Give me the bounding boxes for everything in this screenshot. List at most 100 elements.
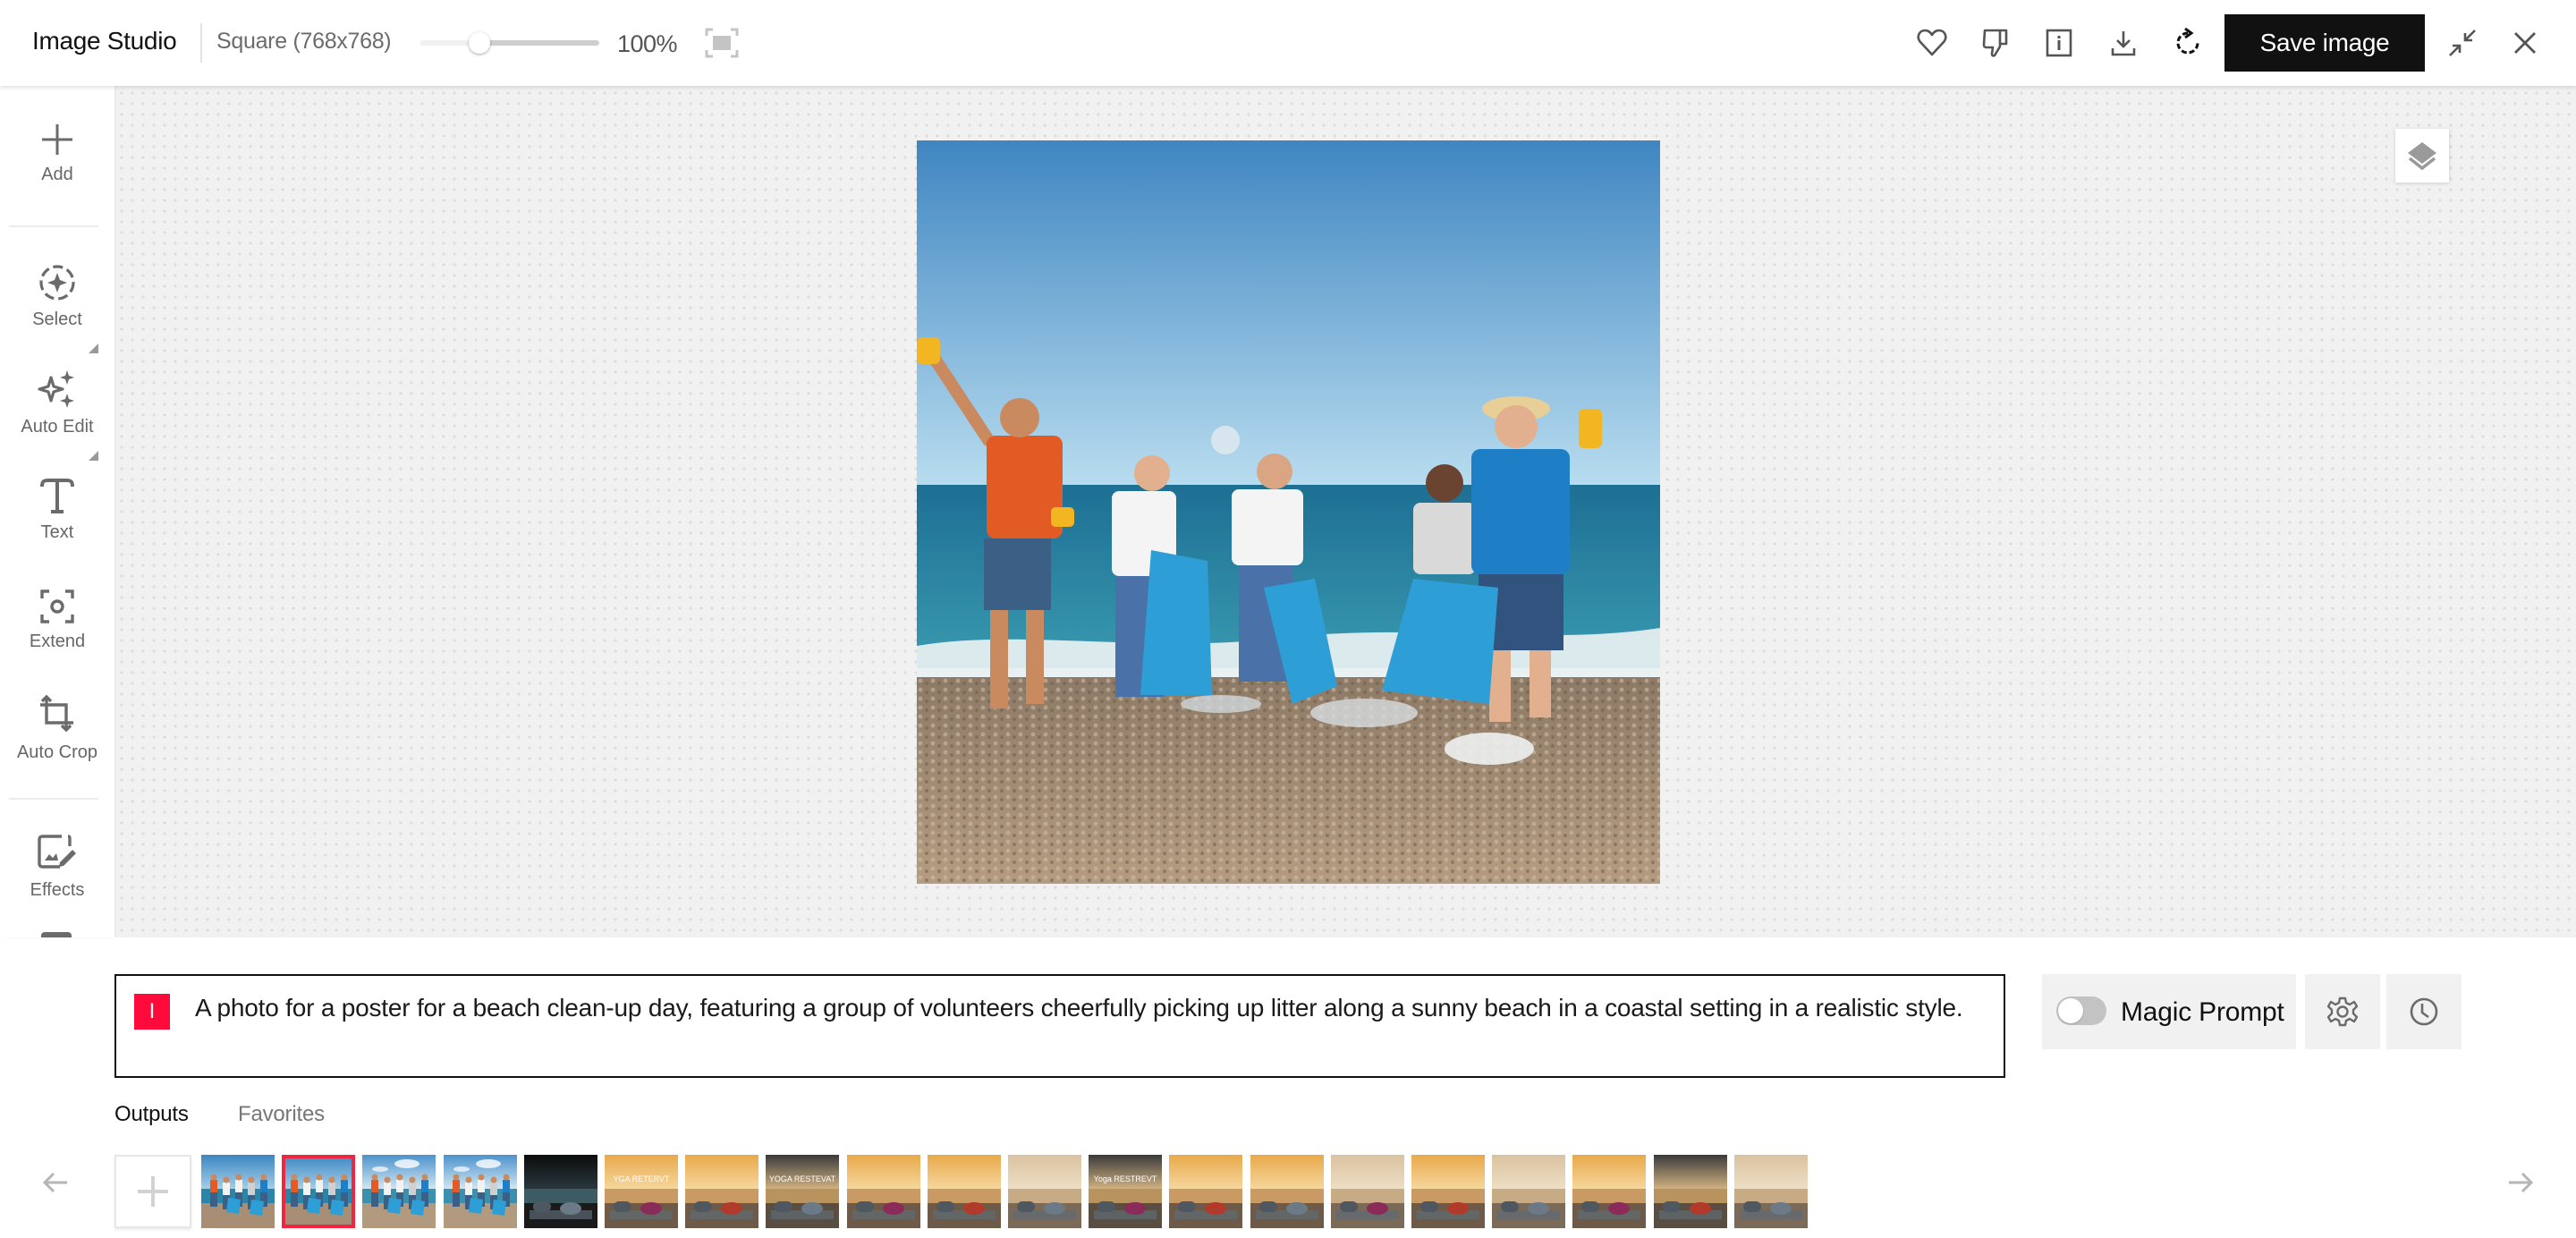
output-thumbnail[interactable] bbox=[1653, 1155, 1727, 1228]
thumbs-down-icon bbox=[1982, 29, 2008, 57]
extend-icon bbox=[40, 589, 74, 623]
zoom-slider-thumb[interactable] bbox=[469, 32, 490, 54]
tool-label: Select bbox=[32, 310, 82, 329]
magic-prompt-label: Magic Prompt bbox=[2121, 997, 2284, 1027]
beach-cleanup-photo bbox=[917, 140, 1660, 884]
tool-add[interactable]: Add bbox=[0, 122, 114, 185]
output-thumbnail[interactable] bbox=[1169, 1155, 1243, 1228]
thumbnail-image bbox=[443, 1155, 517, 1228]
tool-label: Effects bbox=[30, 880, 85, 900]
thumbnail-image bbox=[1330, 1155, 1404, 1228]
output-thumbnail[interactable] bbox=[1330, 1155, 1404, 1228]
thumbnail-image bbox=[1411, 1155, 1485, 1228]
auto-edit-submenu-indicator[interactable] bbox=[89, 451, 98, 461]
output-thumbnail[interactable] bbox=[201, 1155, 275, 1228]
output-thumbnail[interactable] bbox=[685, 1155, 759, 1228]
generated-image[interactable] bbox=[917, 140, 1660, 884]
gallery-prev-button[interactable] bbox=[38, 1165, 73, 1200]
magic-prompt-control[interactable]: Magic Prompt bbox=[2042, 974, 2296, 1049]
thumbnail-image bbox=[362, 1155, 436, 1228]
effects-icon bbox=[38, 835, 76, 869]
toggle-knob bbox=[2058, 998, 2083, 1023]
tool-label: Auto Edit bbox=[21, 417, 94, 437]
tool-effects[interactable]: Effects bbox=[0, 834, 114, 901]
tool-auto-crop[interactable]: Auto Crop bbox=[0, 694, 114, 763]
thumbnail-image: YOGA RESTEVAT bbox=[766, 1155, 840, 1228]
layers-button[interactable] bbox=[2395, 129, 2449, 182]
output-thumbnail[interactable] bbox=[1733, 1155, 1808, 1228]
add-output-button[interactable] bbox=[114, 1155, 191, 1228]
thumbnail-image bbox=[1008, 1155, 1081, 1228]
regenerate-button[interactable] bbox=[2170, 25, 2206, 61]
prompt-input[interactable]: I A photo for a poster for a beach clean… bbox=[114, 974, 2005, 1078]
magic-prompt-toggle[interactable] bbox=[2056, 996, 2106, 1025]
plus-icon bbox=[138, 1176, 168, 1207]
output-thumbnail[interactable] bbox=[846, 1155, 920, 1228]
thumbnail-image bbox=[1169, 1155, 1243, 1228]
layers-icon bbox=[2408, 142, 2436, 171]
output-thumbnail[interactable] bbox=[1492, 1155, 1566, 1228]
download-button[interactable] bbox=[2106, 25, 2141, 61]
output-thumbnail[interactable] bbox=[1572, 1155, 1647, 1228]
output-thumbnail[interactable] bbox=[927, 1155, 1001, 1228]
dislike-button[interactable] bbox=[1978, 25, 2013, 61]
output-thumbnail[interactable] bbox=[362, 1155, 436, 1228]
output-thumbnail[interactable] bbox=[523, 1155, 597, 1228]
thumbnail-image: Yoga RESTREVT bbox=[1089, 1155, 1163, 1228]
image-studio-app: Image Studio Square (768x768) 100% Save … bbox=[0, 0, 2576, 1238]
output-thumbnail[interactable]: Yoga RESTREVT bbox=[1089, 1155, 1163, 1228]
thumbnail-image bbox=[1250, 1155, 1324, 1228]
info-button[interactable] bbox=[2041, 25, 2077, 61]
output-thumbnail[interactable] bbox=[1411, 1155, 1485, 1228]
thumbnail-image bbox=[1653, 1155, 1727, 1228]
bottom-panel: I A photo for a poster for a beach clean… bbox=[0, 937, 2576, 1238]
info-icon bbox=[2046, 29, 2072, 57]
collapse-icon bbox=[2449, 30, 2476, 56]
fit-to-screen-button[interactable] bbox=[705, 27, 739, 59]
gallery-next-button[interactable] bbox=[2503, 1165, 2538, 1200]
app-title: Image Studio bbox=[32, 27, 177, 55]
save-image-button[interactable]: Save image bbox=[2224, 14, 2425, 72]
download-icon bbox=[2111, 31, 2136, 56]
tool-text[interactable]: Text bbox=[0, 478, 114, 543]
tab-favorites[interactable]: Favorites bbox=[238, 1102, 325, 1127]
tool-sidebar: Add Select Auto Edit Text Extend Auto Cr… bbox=[0, 86, 114, 937]
thumbnail-image bbox=[846, 1155, 920, 1228]
sparkle-icon bbox=[38, 370, 74, 408]
output-thumbnail[interactable]: YOGA RESTEVAT bbox=[766, 1155, 840, 1228]
output-thumbnail[interactable] bbox=[1008, 1155, 1081, 1228]
more-tools-icon[interactable] bbox=[41, 932, 72, 937]
fit-screen-icon bbox=[705, 28, 739, 58]
crop-icon bbox=[40, 694, 73, 733]
thumbnail-image bbox=[685, 1155, 759, 1228]
output-thumbnail[interactable] bbox=[1250, 1155, 1324, 1228]
thumbnail-image bbox=[523, 1155, 597, 1228]
output-thumbnail[interactable]: YGA RETERVT bbox=[605, 1155, 678, 1228]
tool-auto-edit[interactable]: Auto Edit bbox=[0, 369, 114, 437]
svg-text:YGA RETERVT: YGA RETERVT bbox=[614, 1174, 670, 1183]
arrow-right-icon bbox=[2509, 1172, 2534, 1193]
favorite-button[interactable] bbox=[1914, 25, 1950, 61]
select-icon bbox=[39, 265, 75, 301]
prompt-text[interactable]: A photo for a poster for a beach clean-u… bbox=[195, 987, 1975, 1030]
clock-icon bbox=[2410, 997, 2438, 1026]
collapse-button[interactable] bbox=[2445, 25, 2480, 61]
plus-icon bbox=[42, 124, 72, 155]
output-thumbnail[interactable] bbox=[282, 1155, 356, 1228]
tab-outputs[interactable]: Outputs bbox=[114, 1102, 189, 1127]
output-thumbnail[interactable] bbox=[443, 1155, 517, 1228]
thumbnail-image bbox=[201, 1155, 275, 1228]
canvas-size-dropdown[interactable]: Square (768x768) bbox=[216, 29, 392, 55]
text-icon bbox=[40, 479, 74, 513]
history-button[interactable] bbox=[2386, 974, 2462, 1049]
select-submenu-indicator[interactable] bbox=[89, 343, 98, 353]
gear-icon bbox=[2327, 996, 2358, 1027]
tool-select[interactable]: Select bbox=[0, 263, 114, 330]
zoom-slider[interactable] bbox=[420, 32, 599, 54]
close-button[interactable] bbox=[2507, 25, 2543, 61]
header-bar: Image Studio Square (768x768) 100% Save … bbox=[0, 0, 2576, 86]
heart-icon bbox=[1917, 29, 1947, 56]
selected-thumbnail-ring bbox=[282, 1155, 356, 1228]
settings-button[interactable] bbox=[2305, 974, 2380, 1049]
tool-extend[interactable]: Extend bbox=[0, 589, 114, 652]
